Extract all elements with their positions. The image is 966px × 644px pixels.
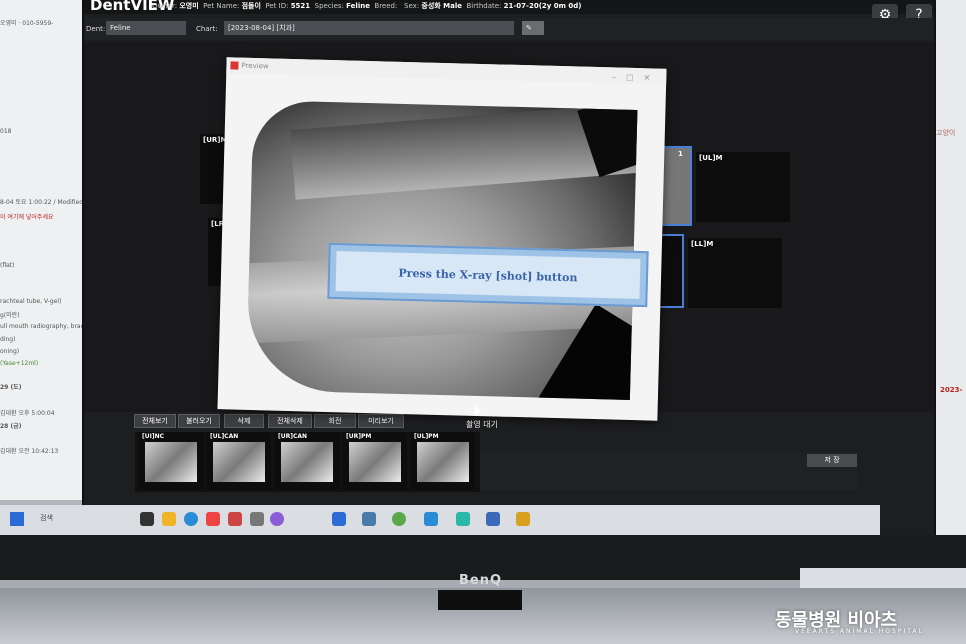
bg-text: (Yase+12ml) — [0, 360, 39, 367]
preview-button[interactable]: 미리보기 — [358, 414, 404, 428]
bg-text: 29 (도) — [0, 384, 22, 391]
window-controls[interactable]: –□✕ — [612, 69, 661, 86]
slot-ll-m[interactable]: [LL]M — [688, 238, 782, 308]
xray-thumb-image — [213, 442, 265, 482]
app-icon[interactable] — [228, 512, 242, 526]
shot-prompt-text: Press the X-ray [shot] button — [398, 266, 578, 284]
thumbnail-list: [UI]NC [UL]CAN [UR]CAN [UR]PM [UL]PM — [135, 432, 480, 492]
bg-text: ding) — [0, 336, 16, 343]
preview-dialog: Preview –□✕ — [217, 57, 667, 421]
rotate-button[interactable]: 회전 — [314, 414, 356, 428]
taskbar-search[interactable]: 검색 — [40, 513, 53, 523]
app-icon[interactable] — [270, 512, 284, 526]
explorer-icon[interactable] — [162, 512, 176, 526]
thumbnail[interactable]: [UI]NC — [139, 432, 203, 490]
bg-text: oning) — [0, 348, 20, 355]
taskview-icon[interactable] — [140, 512, 154, 526]
app-icon — [230, 61, 239, 70]
edge-icon[interactable] — [184, 512, 198, 526]
dent-label: Dent: — [86, 25, 106, 33]
system-tray — [800, 568, 966, 588]
xray-thumb-image — [417, 442, 469, 482]
thumbnail[interactable]: [UL]PM — [411, 432, 475, 490]
bg-text: 이 여기에 넣어주세요 — [0, 214, 54, 221]
bg-text: 018 — [0, 128, 12, 135]
bg-text: (flat) — [0, 262, 15, 269]
view-all-button[interactable]: 전체보기 — [134, 414, 176, 428]
phone-icon[interactable] — [456, 512, 470, 526]
app-icon[interactable] — [362, 512, 376, 526]
patient-info: Owner: 오영미 Pet Name: 점돌이 Pet ID: 5521 Sp… — [152, 2, 582, 10]
monitor-stand — [438, 590, 522, 610]
chart-select[interactable]: [2023-08-04] [치과] — [224, 21, 514, 35]
bg-text: 김대환 오전 10:42:13 — [0, 448, 59, 455]
delete-button[interactable]: 삭제 — [224, 414, 264, 428]
chart-label: Chart: — [196, 25, 218, 33]
delete-all-button[interactable]: 전체삭제 — [268, 414, 312, 428]
app-icon[interactable] — [332, 512, 346, 526]
app-icon[interactable] — [486, 512, 500, 526]
chart-edit-icon[interactable]: ✎ — [522, 21, 544, 35]
photo-scene: 오영미 · 010-5959- 018 8-04 토요 1:00:22 / Mo… — [0, 0, 966, 644]
bg-text: 2023- — [940, 386, 963, 394]
bg-text: rachteal tube, V-gel) — [0, 298, 62, 305]
status-text: 촬영 대기 — [466, 420, 498, 429]
bg-text: ull mouth radiography, brachy) — [0, 323, 94, 330]
app-icon[interactable] — [206, 512, 220, 526]
title-bar: DentVIEW Owner: 오영미 Pet Name: 점돌이 Pet ID… — [84, 0, 934, 26]
xray-thumb-image — [281, 442, 333, 482]
bg-text: 고양이 — [936, 129, 956, 137]
bg-text: 28 (금) — [0, 423, 22, 430]
watermark: 동물병원 비아츠 VEEARTS ANIMAL HOSPITAL — [775, 610, 924, 635]
chat-icon[interactable] — [392, 512, 406, 526]
windows-taskbar: 검색 — [0, 505, 880, 535]
mail-icon[interactable] — [424, 512, 438, 526]
thumbnail[interactable]: [UR]CAN — [275, 432, 339, 490]
app-icon[interactable] — [516, 512, 530, 526]
start-icon[interactable] — [10, 512, 24, 526]
thumbnail[interactable]: [UR]PM — [343, 432, 407, 490]
dent-select[interactable]: Feline — [106, 21, 186, 35]
toolbar: Dent: Feline Chart: [2023-08-04] [치과] ✎ — [84, 18, 934, 40]
save-button[interactable]: 저 장 — [807, 454, 857, 467]
shot-prompt: Press the X-ray [shot] button — [327, 242, 649, 308]
bg-text: 김대환 오후 5:00:04 — [0, 410, 55, 417]
xray-thumb-image — [145, 442, 197, 482]
bg-text: 오영미 · 010-5959- — [0, 20, 54, 27]
thumbnail[interactable]: [UL]CAN — [207, 432, 271, 490]
load-button[interactable]: 불러오기 — [178, 414, 220, 428]
thumbnail-strip-bg — [478, 452, 858, 490]
bg-text: g(미란) — [0, 312, 20, 319]
app-icon[interactable] — [250, 512, 264, 526]
monitor-brand: BenQ — [459, 573, 503, 588]
xray-thumb-image — [349, 442, 401, 482]
slot-ul-m[interactable]: [UL]M — [696, 152, 790, 222]
